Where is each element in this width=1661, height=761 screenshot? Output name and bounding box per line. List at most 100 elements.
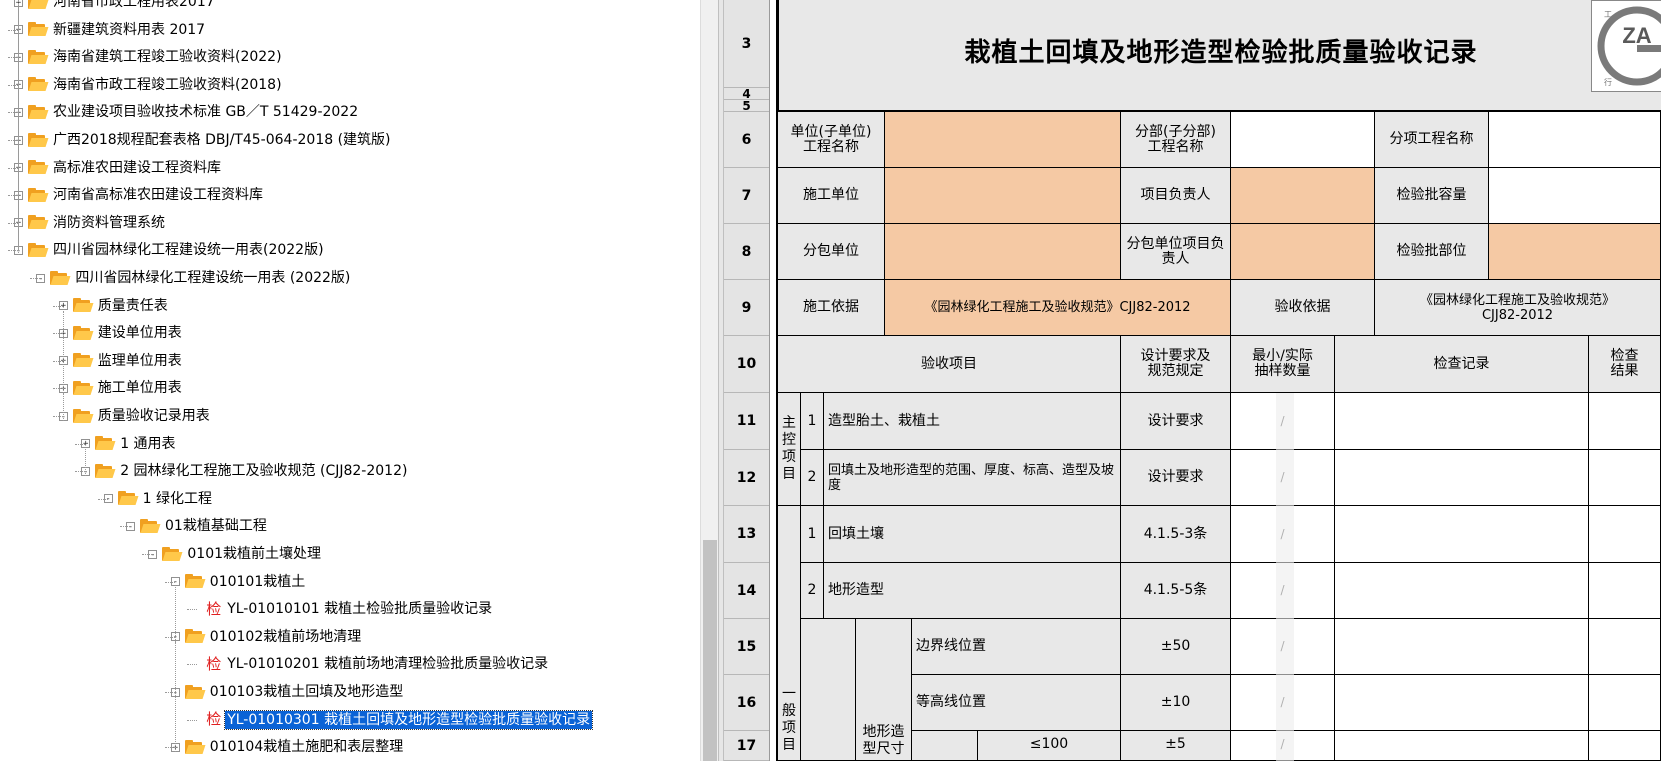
cell-subdept-label[interactable]: 分部(子分部)工程名称 — [1121, 112, 1231, 168]
cell-sub-pm-label[interactable]: 分包单位项目负责人 — [1121, 224, 1231, 280]
tree-node[interactable]: 检 YL-01010301 栽植土回填及地形造型检验批质量验收记录 — [193, 709, 594, 731]
tree-node-label[interactable]: 施工单位用表 — [96, 379, 184, 397]
tree-node-label-selected[interactable]: YL-01010301 栽植土回填及地形造型检验批质量验收记录 — [224, 709, 594, 730]
tree-scrollbar[interactable] — [700, 0, 719, 761]
tree-node[interactable]: -010103栽植土回填及地形造型 — [170, 681, 405, 703]
tree-node[interactable]: + 广西2018规程配套表格 DBJ/T45-064-2018 (建筑版) — [14, 129, 393, 151]
r16-record[interactable] — [1335, 675, 1589, 731]
tree-node[interactable]: + 海南省市政工程竣工验收资料(2018) — [14, 74, 284, 96]
cell-constructor-value[interactable] — [885, 168, 1121, 224]
tree-node[interactable]: + 施工单位用表 — [58, 377, 184, 399]
cell-pm-label[interactable]: 项目负责人 — [1121, 168, 1231, 224]
row-number[interactable]: 5 — [724, 100, 769, 112]
cell-unit-value[interactable] — [885, 112, 1121, 168]
cell-accept-basis-value[interactable]: 《园林绿化工程施工及验收规范》CJJ82-2012 — [1375, 280, 1661, 336]
col-header-sample[interactable]: 最小/实际抽样数量 — [1231, 336, 1335, 393]
tree-node[interactable]: -010101栽植土 — [170, 571, 307, 593]
cell-constructor-label[interactable]: 施工单位 — [776, 168, 885, 224]
form-title[interactable]: 栽植土回填及地形造型检验批质量验收记录 — [836, 32, 1606, 69]
tree-node[interactable]: + 质量责任表 — [58, 295, 170, 317]
group-general[interactable]: 一般项目 — [776, 506, 801, 761]
tree-node[interactable]: + 海南省建筑工程竣工验收资料(2022) — [14, 46, 284, 68]
project-tree[interactable]: + 河南省市政工程用表2017 + 新疆建筑资料用表 2017 + 海南省建筑工程竣工验收… — [0, 0, 700, 761]
tree-node[interactable]: -1 绿化工程 — [103, 488, 214, 510]
tree-node-label[interactable]: 海南省市政工程竣工验收资料(2018) — [51, 76, 284, 94]
tree-node-label[interactable]: 河南省市政工程用表2017 — [51, 0, 217, 11]
r14-result[interactable] — [1589, 563, 1661, 619]
spreadsheet-view[interactable]: 3 4 5 6 7 8 9 10 11 12 13 14 15 16 17 栽植土回填及地形造型检验批质量验… — [724, 0, 1661, 761]
tree-node[interactable]: - 质量验收记录用表 — [58, 405, 212, 427]
tree-node[interactable]: + 高标准农田建设工程资料库 — [14, 157, 223, 179]
r15-no-blank[interactable] — [801, 619, 856, 761]
group-landform[interactable]: 地形造型尺寸 — [856, 619, 912, 761]
tree-scroll-thumb[interactable] — [703, 540, 717, 761]
tree-node[interactable]: +010104栽植土施肥和表层整理 — [170, 736, 405, 758]
r16-sample[interactable]: / — [1231, 675, 1335, 731]
tree-node[interactable]: + 建设单位用表 — [58, 322, 184, 344]
tree-node[interactable]: -0101栽植前土壤处理 — [148, 543, 323, 565]
tree-node-label[interactable]: 010102栽植前场地清理 — [208, 628, 363, 646]
row-number[interactable]: 8 — [724, 224, 769, 280]
r12-item[interactable]: 回填土及地形造型的范围、厚度、标高、造型及坡度 — [824, 450, 1121, 506]
cell-unit-label[interactable]: 单位(子单位)工程名称 — [776, 112, 885, 168]
r12-record[interactable] — [1335, 450, 1589, 506]
tree-node-label[interactable]: YL-01010101 栽植土检验批质量验收记录 — [225, 600, 494, 618]
row-number[interactable]: 10 — [724, 336, 769, 393]
tree-node-label[interactable]: 监理单位用表 — [96, 352, 184, 370]
cell-accept-basis-label[interactable]: 验收依据 — [1231, 280, 1375, 336]
col-header-design[interactable]: 设计要求及规范规定 — [1121, 336, 1231, 393]
r17-item[interactable]: ≤100 — [978, 731, 1121, 761]
group-main-control[interactable]: 主控项目 — [776, 393, 801, 506]
tree-node-label[interactable]: 农业建设项目验收技术标准 GB／T 51429-2022 — [51, 103, 360, 121]
r13-result[interactable] — [1589, 506, 1661, 563]
r15-result[interactable] — [1589, 619, 1661, 675]
tree-node[interactable]: -2 园林绿化工程施工及验收规范 (CJJ82-2012) — [81, 460, 409, 482]
tree-node[interactable]: -010102栽植前场地清理 — [170, 626, 363, 648]
r12-req[interactable]: 设计要求 — [1121, 450, 1231, 506]
tree-node[interactable]: - 四川省园林绿化工程建设统一用表 (2022版) — [36, 267, 352, 289]
cell-batch-location-label[interactable]: 检验批部位 — [1375, 224, 1489, 280]
cell-basis-label[interactable]: 施工依据 — [776, 280, 885, 336]
row-number[interactable]: 13 — [724, 506, 769, 563]
tree-node-label[interactable]: 河南省高标准农田建设工程资料库 — [51, 186, 265, 204]
row-number[interactable]: 17 — [724, 731, 769, 761]
r13-no[interactable]: 1 — [801, 506, 824, 563]
tree-node-label[interactable]: 广西2018规程配套表格 DBJ/T45-064-2018 (建筑版) — [51, 131, 393, 149]
tree-node[interactable]: -01栽植基础工程 — [126, 515, 269, 537]
r16-result[interactable] — [1589, 675, 1661, 731]
tree-node-label[interactable]: 四川省园林绿化工程建设统一用表 (2022版) — [73, 269, 352, 287]
tree-node-label[interactable]: 高标准农田建设工程资料库 — [51, 159, 223, 177]
row-number[interactable]: 3 — [724, 0, 769, 88]
r15-req[interactable]: ±50 — [1121, 619, 1231, 675]
r13-sample[interactable]: / — [1231, 506, 1335, 563]
cell-batch-capacity-label[interactable]: 检验批容量 — [1375, 168, 1489, 224]
r13-req[interactable]: 4.1.5-3条 — [1121, 506, 1231, 563]
cell-subitem-label[interactable]: 分项工程名称 — [1375, 112, 1489, 168]
tree-node-label[interactable]: 四川省园林绿化工程建设统一用表(2022版) — [51, 241, 326, 259]
tree-node-label[interactable]: YL-01010201 栽植前场地清理检验批质量验收记录 — [225, 655, 550, 673]
tree-node[interactable]: + 消防资料管理系统 — [14, 212, 167, 234]
r12-result[interactable] — [1589, 450, 1661, 506]
cell-subcontractor-label[interactable]: 分包单位 — [776, 224, 885, 280]
tree-node-label[interactable]: 1 绿化工程 — [141, 490, 214, 508]
r17-record[interactable] — [1335, 731, 1589, 761]
col-header-record[interactable]: 检查记录 — [1335, 336, 1589, 393]
r11-result[interactable] — [1589, 393, 1661, 450]
r11-req[interactable]: 设计要求 — [1121, 393, 1231, 450]
r15-item[interactable]: 边界线位置 — [912, 619, 1121, 675]
tree-node-label[interactable]: 消防资料管理系统 — [51, 214, 167, 232]
cell-subdept-value[interactable] — [1231, 112, 1375, 168]
tree-node-label[interactable]: 0101栽植前土壤处理 — [185, 545, 323, 563]
r11-sample[interactable]: / — [1231, 393, 1335, 450]
tree-node[interactable]: + 河南省高标准农田建设工程资料库 — [14, 184, 265, 206]
tree-node[interactable]: + 新疆建筑资料用表 2017 — [14, 19, 207, 41]
tree-node[interactable]: + 河南省市政工程用表2017 — [14, 0, 217, 13]
tree-node-label[interactable]: 01栽植基础工程 — [163, 517, 269, 535]
row-number[interactable]: 9 — [724, 280, 769, 336]
row-number[interactable]: 16 — [724, 675, 769, 731]
tree-node[interactable]: 检 YL-01010101 栽植土检验批质量验收记录 — [193, 598, 494, 620]
tree-node-label[interactable]: 010103栽植土回填及地形造型 — [208, 683, 405, 701]
cell-basis-value[interactable]: 《园林绿化工程施工及验收规范》CJJ82-2012 — [885, 280, 1231, 336]
r14-record[interactable] — [1335, 563, 1589, 619]
r17-result[interactable] — [1589, 731, 1661, 761]
